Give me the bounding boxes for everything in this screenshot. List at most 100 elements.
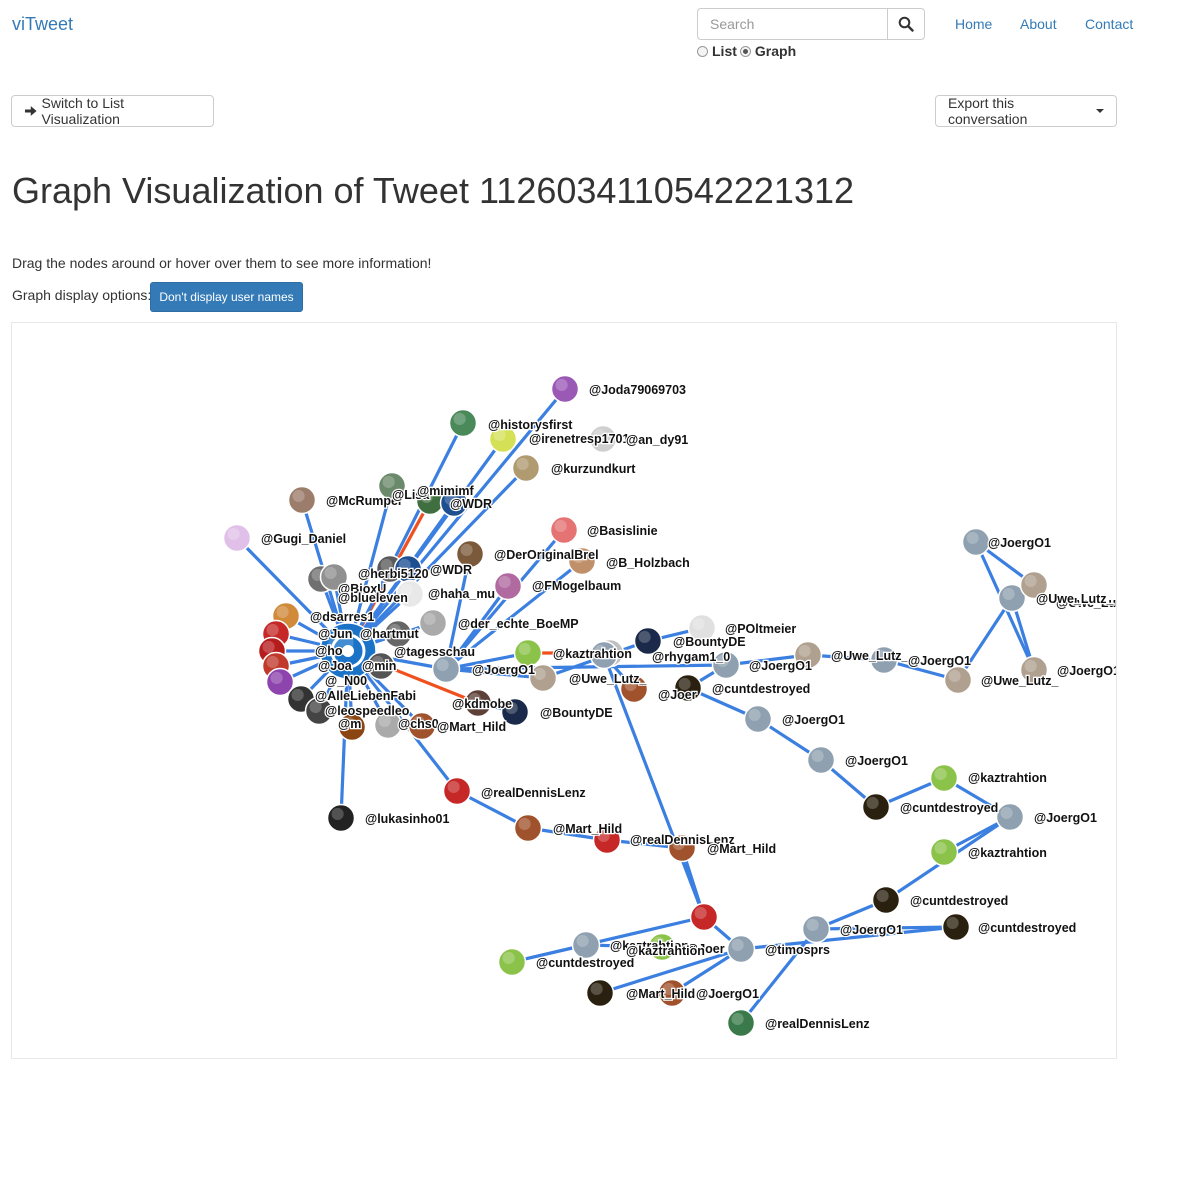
graph-node[interactable] [497, 947, 527, 977]
graph-radio[interactable] [739, 45, 751, 57]
graph-node-label: @cuntdestroyed [900, 801, 998, 815]
graph-node-label: @JoergO1 [749, 659, 812, 673]
graph-node[interactable] [929, 763, 959, 793]
graph-node[interactable] [961, 527, 991, 557]
graph-node[interactable] [726, 1008, 756, 1038]
graph-node[interactable] [806, 745, 836, 775]
graph-node[interactable] [493, 571, 523, 601]
avatar-highlight [270, 671, 283, 685]
arrow-right-icon [24, 106, 37, 116]
graph-node-label: @kdmobe [452, 697, 512, 711]
graph-node[interactable] [287, 485, 317, 515]
graph-node-label: @Mart_Hild [437, 720, 506, 734]
graph-node-label: @an_dy91 [626, 433, 688, 447]
toggle-user-names-button[interactable]: Don't display user names [150, 282, 303, 312]
avatar-highlight [266, 655, 279, 669]
graph-node-label: @blueleven [338, 591, 408, 605]
graph-node[interactable] [418, 608, 448, 638]
page-title: Graph Visualization of Tweet 11260341105… [12, 170, 855, 211]
graph-node-label: @Mart_Hild [707, 842, 776, 856]
graph-node[interactable] [871, 885, 901, 915]
graph-node-label: @kurzundkurt [551, 462, 636, 476]
avatar-highlight [460, 543, 473, 557]
nav-contact[interactable]: Contact [1085, 16, 1133, 32]
graph-node-label: @Uwe_Lutz_ [1036, 592, 1115, 606]
avatar-highlight [533, 667, 546, 681]
graph-node-label: @AlleLiebenFabi [315, 689, 416, 703]
graph-node[interactable] [929, 837, 959, 867]
avatar-highlight [806, 918, 819, 932]
avatar-highlight [518, 817, 531, 831]
graph-node-label: @cuntdestroyed [536, 956, 634, 970]
graph-node[interactable] [995, 802, 1025, 832]
avatar-highlight [262, 640, 275, 654]
nav-home[interactable]: Home [955, 16, 992, 32]
graph-node-label: @kaztrahtion [968, 771, 1047, 785]
conversation-graph[interactable]: @tagesschau @Joda79069703 @historysfirst@i… [12, 323, 1117, 1059]
graph-node[interactable] [549, 515, 579, 545]
graph-node[interactable] [326, 803, 356, 833]
graph-node-label: @Mart_Hild [626, 987, 695, 1001]
graph-node[interactable] [448, 408, 478, 438]
graph-node[interactable] [689, 902, 719, 932]
graph-node[interactable] [442, 776, 472, 806]
graph-node-label: @BountyDE [540, 706, 613, 720]
graph-node[interactable] [550, 374, 580, 404]
graph-canvas[interactable]: @tagesschau @Joda79069703 @historysfirst @i… [11, 322, 1117, 1059]
avatar-highlight [516, 457, 529, 471]
graph-node-label: @rhygam1_0 [652, 650, 730, 664]
search-input[interactable] [697, 8, 887, 40]
brand-logo[interactable]: viTweet [12, 14, 73, 35]
graph-node-label: @Joa [318, 659, 353, 673]
graph-node-label: @Uwe_Lutz_ [831, 649, 910, 663]
graph-node-label: @mimimf [417, 484, 474, 498]
avatar-highlight [331, 807, 344, 821]
avatar-highlight [453, 412, 466, 426]
graph-node[interactable] [941, 912, 971, 942]
avatar-highlight [554, 519, 567, 533]
graph-node-label: @cuntdestroyed [712, 682, 810, 696]
graph-node-label: @DerOriginalBrel [494, 548, 599, 562]
graph-node[interactable] [513, 813, 543, 843]
graph-node[interactable] [431, 654, 461, 684]
avatar-highlight [876, 889, 889, 903]
list-radio[interactable] [697, 45, 708, 57]
graph-node[interactable] [861, 792, 891, 822]
graph-node-label: @kaztrahtion [553, 647, 632, 661]
export-label: Export this conversation [948, 95, 1028, 127]
search-button[interactable] [887, 8, 925, 40]
graph-node[interactable] [743, 704, 773, 734]
search-bar [697, 8, 925, 40]
avatar-highlight [227, 527, 240, 541]
avatar-highlight [382, 475, 395, 489]
nav-about[interactable]: About [1020, 16, 1057, 32]
graph-node-label: @WDR [450, 497, 492, 511]
avatar-highlight [324, 566, 337, 580]
graph-node-label: @chs0 [398, 717, 439, 731]
avatar-highlight [731, 1012, 744, 1026]
graph-node[interactable] [801, 914, 831, 944]
avatar-highlight [692, 617, 705, 631]
avatar-highlight [948, 669, 961, 683]
avatar-highlight [1000, 806, 1013, 820]
graph-node[interactable] [585, 978, 615, 1008]
graph-node[interactable] [726, 934, 756, 964]
switch-to-list-button[interactable]: Switch to List Visualization [11, 95, 214, 127]
graph-node-label: @JoergO1 [696, 987, 759, 1001]
graph-node-label: @cuntdestroyed [978, 921, 1076, 935]
graph-node-label: @min [362, 659, 396, 673]
graph-node-label: @B_Holzbach [606, 556, 690, 570]
graph-node-label: @JoergO1 [908, 654, 971, 668]
search-icon [898, 16, 914, 32]
graph-node[interactable] [571, 930, 601, 960]
graph-node-label: @kaztrahtion [626, 944, 705, 958]
export-dropdown-button[interactable]: Export this conversation [935, 95, 1117, 127]
avatar-highlight [498, 575, 511, 589]
graph-node[interactable] [943, 665, 973, 695]
switch-to-list-label: Switch to List Visualization [41, 95, 125, 127]
graph-node-label: @kaztrahtion [968, 846, 1047, 860]
graph-node[interactable] [511, 453, 541, 483]
graph-node-label: @der_echte_BoeMP [458, 617, 579, 631]
graph-node-label: @Uwe_Lutz_ [981, 674, 1060, 688]
graph-node[interactable] [222, 523, 252, 553]
